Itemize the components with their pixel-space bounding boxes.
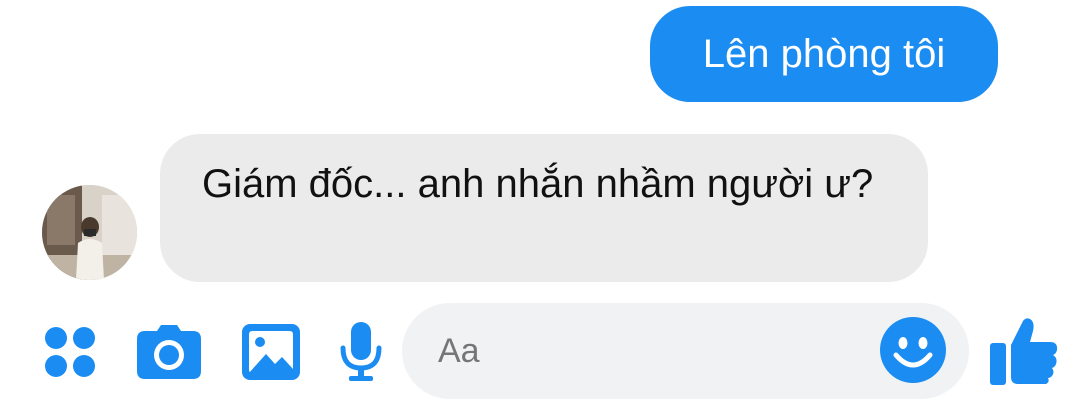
microphone-icon (340, 322, 382, 381)
message-composer: Aa (0, 300, 1080, 405)
thumbs-up-icon (990, 318, 1058, 385)
emoji-icon (880, 317, 946, 383)
like-button[interactable] (990, 317, 1060, 385)
chat-screen: Lên phòng tôi Giám đốc... anh nhắn nhầm … (0, 0, 1080, 405)
menu-dots-button[interactable] (42, 320, 98, 384)
gallery-button[interactable] (240, 320, 302, 384)
message-input-placeholder: Aa (438, 332, 480, 370)
contact-avatar[interactable] (42, 185, 137, 280)
voice-button[interactable] (338, 320, 384, 384)
image-icon (242, 324, 300, 380)
menu-dots-icon (45, 327, 95, 377)
outgoing-message-bubble[interactable]: Lên phòng tôi (650, 6, 998, 102)
avatar-photo (42, 185, 137, 280)
camera-button[interactable] (135, 320, 203, 384)
camera-icon (137, 325, 201, 379)
emoji-button[interactable] (880, 317, 946, 383)
outgoing-message-text: Lên phòng tôi (702, 32, 946, 76)
incoming-message-bubble[interactable]: Giám đốc... anh nhắn nhầm người ư? (160, 134, 928, 282)
incoming-message-text: Giám đốc... anh nhắn nhầm người ư? (202, 162, 874, 206)
